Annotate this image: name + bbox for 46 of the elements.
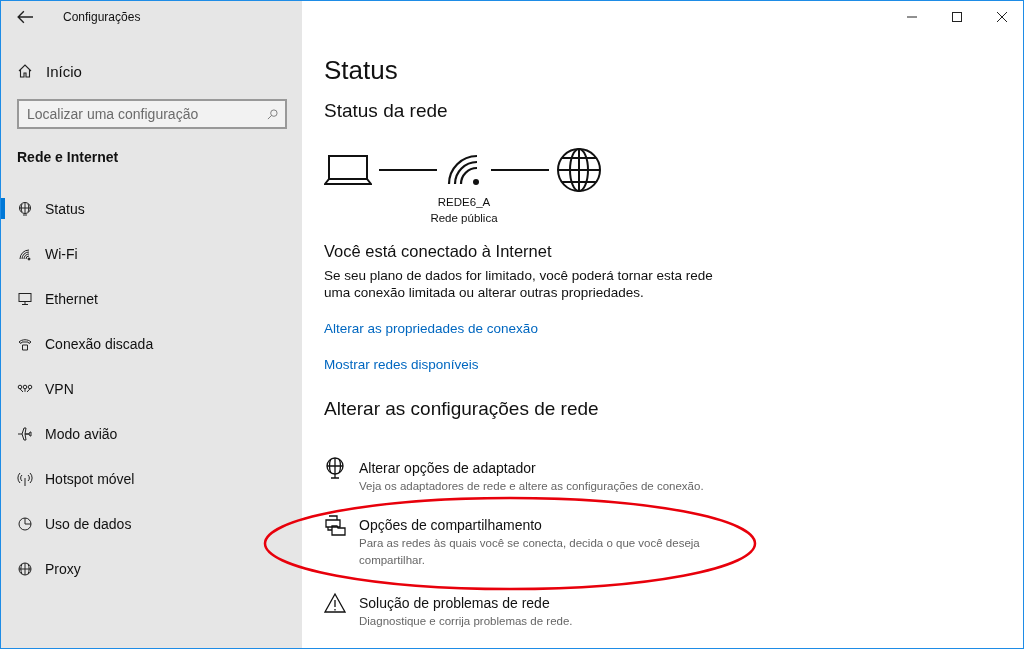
page-title: Status xyxy=(324,55,399,86)
option-title: Alterar opções de adaptador xyxy=(359,460,537,476)
option-description: Para as redes às quais você se conecta, decida o que você deseja compartilhar. xyxy=(359,536,701,568)
window-title: Configurações xyxy=(63,10,141,24)
settings-link[interactable]: Alterar as propriedades de conexão xyxy=(324,321,538,336)
settings-option[interactable]: Solução de problemas de rede Diagnostique e corrija problemas de rede. xyxy=(324,595,573,630)
search-icon xyxy=(267,109,278,120)
option-description: Veja os adaptadores de rede e altere as configurações de conexão. xyxy=(359,479,704,494)
hotspot-icon xyxy=(17,470,33,487)
globe-icon xyxy=(556,147,602,193)
option-title: Solução de problemas de rede xyxy=(359,595,551,611)
settings-option[interactable]: Alterar opções de adaptador Veja os adaptadores de rede e altere as configurações de conexão. xyxy=(324,460,704,495)
maximize-icon[interactable] xyxy=(952,12,962,22)
sidebar-item[interactable]: Hotspot móvel xyxy=(1,456,302,501)
sidebar-item[interactable]: Modo avião xyxy=(1,411,302,456)
sidebar-item[interactable]: Uso de dados xyxy=(1,501,302,546)
monitor-icon xyxy=(17,290,33,307)
globe-monitor-icon xyxy=(17,200,33,217)
sidebar-item[interactable]: VPN xyxy=(1,366,302,411)
section-heading: Rede e Internet xyxy=(17,149,120,165)
warning-icon xyxy=(324,592,346,614)
sidebar-item[interactable]: Ethernet xyxy=(1,276,302,321)
section-heading: Status da rede xyxy=(324,100,449,122)
laptop-icon xyxy=(324,155,372,185)
search-field[interactable]: Localizar uma configuração xyxy=(17,99,287,129)
option-title: Opções de compartilhamento xyxy=(359,517,543,533)
printer-folder-icon xyxy=(324,514,346,536)
sidebar-item[interactable]: Status xyxy=(1,186,302,231)
back-arrow-icon[interactable] xyxy=(17,9,33,25)
status-description: Se seu plano de dados for limitado, você poderá tornar esta rede uma conexão limitada ou alterar outras propriedades. xyxy=(324,267,714,301)
home-link[interactable]: Início xyxy=(17,53,302,89)
status-heading: Você está conectado à Internet xyxy=(324,242,553,261)
globe-icon xyxy=(17,560,33,577)
wifi-icon xyxy=(446,154,482,186)
network-name: REDE6_A xyxy=(437,195,491,210)
network-type: Rede pública xyxy=(430,211,498,226)
sidebar-item[interactable]: Wi-Fi xyxy=(1,231,302,276)
option-description: Diagnostique e corrija problemas de rede. xyxy=(359,614,573,629)
home-icon xyxy=(17,63,33,79)
globe-monitor-icon xyxy=(324,457,346,479)
settings-link[interactable]: Mostrar redes disponíveis xyxy=(324,357,479,372)
close-icon[interactable] xyxy=(997,12,1007,22)
sidebar-item[interactable]: Proxy xyxy=(1,546,302,591)
pie-chart-icon xyxy=(17,515,33,532)
sidebar-item[interactable]: Conexão discada xyxy=(1,321,302,366)
section-heading: Alterar as configurações de rede xyxy=(324,398,600,420)
